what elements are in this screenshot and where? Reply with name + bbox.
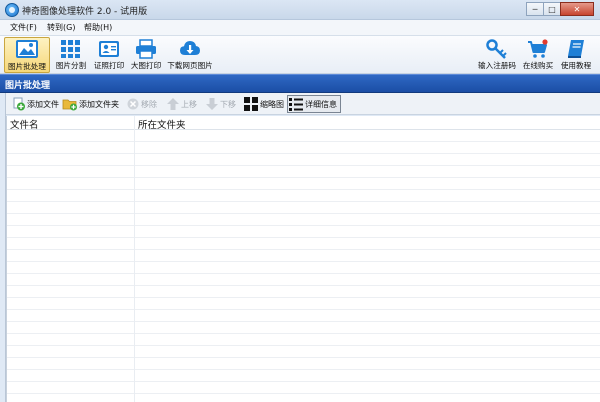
table-body (7, 130, 600, 402)
book-icon (568, 40, 584, 58)
toolbar-download-web-images-label: 下载网页图片 (167, 61, 213, 70)
add-file-button[interactable]: 添加文件 (12, 95, 59, 113)
column-header-folder[interactable]: 所在文件夹 (138, 117, 186, 131)
thumbnail-label: 缩略图 (260, 99, 284, 109)
arrow-down-icon (206, 98, 218, 110)
app-icon (5, 3, 19, 17)
section-header: 图片批处理 (0, 74, 600, 93)
toolbar-download-web-images[interactable]: 下载网页图片 (165, 37, 215, 73)
remove-icon (127, 98, 139, 110)
menu-bar: 文件(F) 转到(G) 帮助(H) (0, 20, 600, 36)
column-divider (134, 116, 135, 402)
window-title: 神奇图像处理软件 2.0 - 试用版 (22, 7, 148, 17)
toolbar-enter-register-code-label: 输入注册码 (478, 61, 516, 70)
toolbar-buy-online[interactable]: 在线购买 (520, 37, 556, 73)
details-label: 详细信息 (305, 99, 337, 109)
toolbar-tutorial-label: 使用教程 (560, 61, 592, 70)
cloud-download-icon (180, 41, 200, 55)
toolbar-tutorial[interactable]: 使用教程 (558, 37, 594, 73)
image-icon (16, 40, 38, 58)
remove-label: 移除 (141, 99, 157, 109)
title-bar: 神奇图像处理软件 2.0 - 试用版 ─ □ ✕ (0, 0, 600, 20)
details-view-button[interactable]: 详细信息 (287, 95, 341, 113)
menu-help[interactable]: 帮助(H) (84, 22, 112, 33)
move-down-button[interactable]: 下移 (205, 95, 236, 113)
table-header: 文件名 所在文件夹 (7, 116, 600, 131)
section-title: 图片批处理 (5, 81, 51, 91)
add-folder-button[interactable]: 添加文件夹 (62, 95, 119, 113)
thumbnail-icon (244, 97, 258, 111)
toolbar-enter-register-code[interactable]: 输入注册码 (476, 37, 518, 73)
toolbar-image-split[interactable]: 图片分割 (53, 37, 89, 73)
close-button[interactable]: ✕ (560, 2, 594, 16)
toolbar-batch-image[interactable]: 图片批处理 (4, 37, 50, 73)
remove-button[interactable]: 移除 (126, 95, 157, 113)
printer-icon (136, 39, 156, 59)
id-card-icon (99, 41, 119, 57)
toolbar-buy-online-label: 在线购买 (522, 61, 554, 70)
move-down-label: 下移 (220, 99, 236, 109)
add-file-label: 添加文件 (27, 99, 59, 109)
add-folder-label: 添加文件夹 (79, 99, 119, 109)
arrow-up-icon (167, 98, 179, 110)
menu-goto[interactable]: 转到(G) (47, 22, 75, 33)
main-toolbar: 图片批处理 图片分割 证照打印 大图打印 下载网页图片 输入注册码 在线购买 使… (0, 36, 600, 74)
menu-file[interactable]: 文件(F) (10, 22, 37, 33)
toolbar-large-print-label: 大图打印 (130, 61, 162, 70)
grid-icon (61, 40, 80, 58)
window-controls: ─ □ ✕ (526, 2, 594, 16)
file-toolbar: 添加文件 添加文件夹 移除 上移 下移 缩略图 详细信息 (0, 93, 600, 115)
file-list-table[interactable]: 文件名 所在文件夹 (6, 116, 600, 402)
key-icon (486, 39, 507, 59)
add-folder-icon (62, 99, 77, 111)
toolbar-id-photo-print[interactable]: 证照打印 (91, 37, 127, 73)
column-header-filename[interactable]: 文件名 (10, 117, 39, 131)
toolbar-id-photo-print-label: 证照打印 (93, 61, 125, 70)
move-up-button[interactable]: 上移 (166, 95, 197, 113)
toolbar-batch-image-label: 图片批处理 (8, 62, 46, 71)
toolbar-image-split-label: 图片分割 (55, 61, 87, 70)
thumbnail-view-button[interactable]: 缩略图 (243, 95, 284, 113)
toolbar-large-print[interactable]: 大图打印 (128, 37, 164, 73)
list-icon (289, 98, 303, 111)
move-up-label: 上移 (181, 99, 197, 109)
minimize-button[interactable]: ─ (526, 2, 544, 16)
add-file-icon (13, 97, 25, 111)
maximize-button[interactable]: □ (543, 2, 561, 16)
cart-icon (528, 39, 548, 58)
